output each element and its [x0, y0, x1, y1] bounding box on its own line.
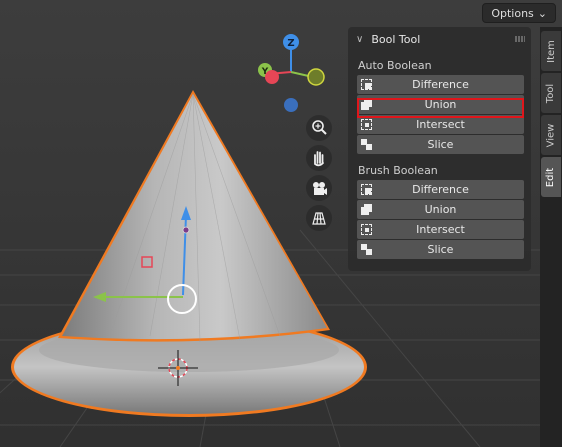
brush-difference-button[interactable]: Difference	[357, 180, 524, 199]
difference-icon	[361, 79, 372, 90]
panel-header[interactable]: ∨ Bool Tool	[348, 27, 531, 51]
chevron-down-icon: ⌄	[537, 6, 547, 20]
tab-label: View	[545, 123, 557, 147]
difference-icon	[361, 184, 372, 195]
sidebar-tabs: Item Tool View Edit	[540, 27, 562, 447]
slice-icon	[361, 244, 372, 255]
gizmo-y-label: Y	[261, 67, 269, 77]
button-label: Difference	[412, 78, 469, 91]
button-label: Slice	[427, 243, 454, 256]
auto-intersect-button[interactable]: Intersect	[357, 115, 524, 134]
tab-label: Tool	[545, 83, 557, 103]
neg-z-axis-ball	[284, 98, 298, 112]
drag-grip-icon[interactable]	[515, 36, 525, 42]
intersect-icon	[361, 224, 372, 235]
button-label: Intersect	[416, 118, 465, 131]
union-icon	[361, 204, 372, 215]
options-dropdown[interactable]: Options ⌄	[482, 3, 556, 23]
pan-hand-icon[interactable]	[306, 145, 332, 171]
tab-tool[interactable]: Tool	[541, 73, 561, 113]
tab-label: Edit	[545, 167, 557, 187]
zoom-icon[interactable]	[306, 115, 332, 141]
intersect-icon	[361, 119, 372, 130]
union-icon	[361, 99, 372, 110]
button-label: Intersect	[416, 223, 465, 236]
auto-boolean-label: Auto Boolean	[358, 58, 432, 72]
tab-view[interactable]: View	[541, 115, 561, 155]
button-label: Union	[424, 203, 457, 216]
panel-title: Bool Tool	[371, 32, 421, 46]
auto-difference-button[interactable]: Difference	[357, 75, 524, 94]
button-label: Slice	[427, 138, 454, 151]
gizmo-z-label: Z	[287, 38, 294, 49]
tab-label: Item	[545, 39, 557, 63]
brush-boolean-label: Brush Boolean	[358, 163, 438, 177]
options-label: Options	[491, 6, 534, 20]
brush-union-button[interactable]: Union	[357, 200, 524, 219]
3d-viewport[interactable]: Z Y Options ⌄ ∨ Bool Tool Auto Boolean D…	[0, 0, 562, 447]
button-label: Union	[424, 98, 457, 111]
tab-item[interactable]: Item	[541, 31, 561, 71]
slice-icon	[361, 139, 372, 150]
chevron-down-icon: ∨	[356, 33, 364, 45]
auto-union-button[interactable]: Union	[357, 95, 524, 114]
brush-slice-button[interactable]: Slice	[357, 240, 524, 259]
tab-edit[interactable]: Edit	[541, 157, 561, 197]
button-label: Difference	[412, 183, 469, 196]
camera-view-icon[interactable]	[306, 175, 332, 201]
auto-slice-button[interactable]: Slice	[357, 135, 524, 154]
bool-tool-panel: ∨ Bool Tool Auto Boolean Difference Unio…	[348, 27, 531, 271]
brush-intersect-button[interactable]: Intersect	[357, 220, 524, 239]
grid-perspective-icon[interactable]	[306, 205, 332, 231]
